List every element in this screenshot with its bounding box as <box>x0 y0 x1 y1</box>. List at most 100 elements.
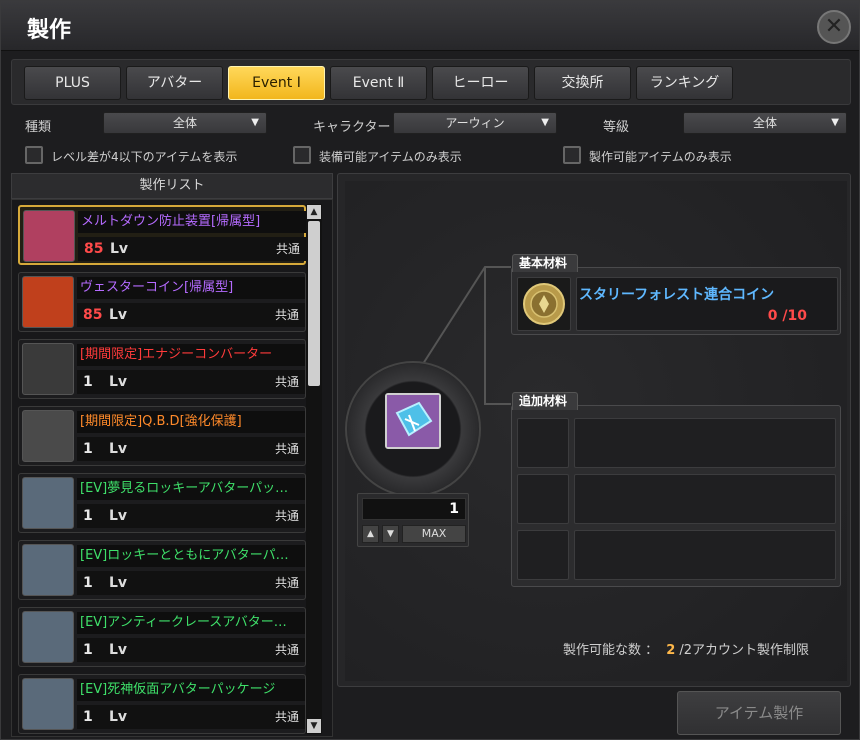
close-button[interactable]: ✕ <box>817 10 851 44</box>
item-shared-label: 共通 <box>274 710 299 724</box>
item-shared-label: 共通 <box>274 375 299 389</box>
tab-avatar[interactable]: アバター <box>126 66 223 100</box>
character-dropdown[interactable]: アーウィン ▼ <box>393 112 557 134</box>
quantity-input[interactable]: 1 <box>362 498 466 520</box>
meltdown-device-icon <box>387 395 439 447</box>
qbd-card-icon <box>22 410 74 462</box>
extra-info-2 <box>574 474 836 524</box>
list-item[interactable]: ヴェスターコイン[帰属型] 85 Lv 共通 <box>18 272 306 332</box>
craftable-count: 製作可能な数 ： 2/2アカウント製作制限 <box>563 639 809 658</box>
item-lv-label: Lv <box>109 709 128 725</box>
list-item[interactable]: [EV]ロッキーとともにアバターパ… 1 Lv 共通 <box>18 540 306 600</box>
tab-event-1[interactable]: Event Ⅰ <box>228 66 325 100</box>
close-icon: ✕ <box>824 14 844 39</box>
quantity-down-icon[interactable]: ▼ <box>382 525 399 543</box>
list-item[interactable]: [EV]アンティークレースアバター… 1 Lv 共通 <box>18 607 306 667</box>
extra-material-box: 追加材料 <box>511 392 841 587</box>
type-dropdown[interactable]: 全体 ▼ <box>103 112 267 134</box>
craftable-label: 製作可能な数 ： <box>563 643 659 658</box>
item-level: 1 <box>83 374 93 390</box>
scrollbar-thumb[interactable] <box>308 221 320 386</box>
equip-filter-label: 装備可能アイテムのみ表示 <box>319 150 462 164</box>
extra-slot-1[interactable] <box>517 418 569 468</box>
item-shared-label: 共通 <box>274 308 299 322</box>
quantity-up-icon[interactable]: ▲ <box>362 525 379 543</box>
material-count: 0 /10 <box>767 308 807 324</box>
scroll-down-icon[interactable]: ▼ <box>307 719 321 733</box>
result-item-circle <box>345 361 481 497</box>
title-bar: 製作 ✕ <box>1 1 859 51</box>
tab-hero[interactable]: ヒーロー <box>432 66 529 100</box>
material-slot[interactable] <box>517 277 571 331</box>
quantity-control: 1 ▲ ▼ MAX <box>357 493 469 547</box>
base-material-label: 基本材料 <box>512 254 579 272</box>
tab-plus[interactable]: PLUS <box>24 66 121 100</box>
item-lv-label: Lv <box>110 241 129 257</box>
item-level: 1 <box>83 575 93 591</box>
item-lv-label: Lv <box>109 307 128 323</box>
base-material-box: 基本材料 スタリーフォレスト連合コイン 0 /10 <box>511 254 841 335</box>
item-level: 85 <box>84 241 104 257</box>
item-name: [EV]アンティークレースアバター… <box>77 612 305 634</box>
item-lv-label: Lv <box>109 575 128 591</box>
craftable-filter-checkbox[interactable] <box>563 146 581 164</box>
item-level: 1 <box>83 642 93 658</box>
craftable-suffix: /2アカウント製作制限 <box>679 643 809 658</box>
list-item[interactable]: [期間限定]Q.B.D[強化保護] 1 Lv 共通 <box>18 406 306 466</box>
category-tabs: PLUS アバター Event Ⅰ Event Ⅱ ヒーロー 交換所 ランキング <box>11 59 851 105</box>
level-filter-checkbox[interactable] <box>25 146 43 164</box>
list-item[interactable]: [EV]夢見るロッキーアバターパッ… 1 Lv 共通 <box>18 473 306 533</box>
item-name: [EV]ロッキーとともにアバターパ… <box>77 545 305 567</box>
craft-list: メルトダウン防止装置[帰属型] 85 Lv 共通 ヴェスターコイン[帰属型] 85 Lv 共通… <box>11 199 333 737</box>
extra-info-3 <box>574 530 836 580</box>
item-level-row: 1 Lv 共通 <box>77 571 305 595</box>
equip-filter-checkbox[interactable] <box>293 146 311 164</box>
craft-list-header: 製作リスト <box>11 173 333 199</box>
scroll-up-icon[interactable]: ▲ <box>307 205 321 219</box>
item-shared-label: 共通 <box>274 509 299 523</box>
item-lv-label: Lv <box>109 508 128 524</box>
craft-item-button[interactable]: アイテム製作 <box>677 691 841 735</box>
avatar-package-icon <box>22 477 74 529</box>
item-name: [EV]死神仮面アバターパッケージ <box>77 679 305 701</box>
grade-dropdown[interactable]: 全体 ▼ <box>683 112 847 134</box>
list-item[interactable]: メルトダウン防止装置[帰属型] 85 Lv 共通 <box>18 205 306 265</box>
character-value: アーウィン <box>445 116 505 130</box>
max-button[interactable]: MAX <box>402 525 466 543</box>
avatar-package-icon <box>22 678 74 730</box>
tab-ranking[interactable]: ランキング <box>636 66 733 100</box>
grade-value: 全体 <box>752 116 777 130</box>
chevron-down-icon: ▼ <box>541 117 549 128</box>
extra-info-1 <box>574 418 836 468</box>
meltdown-device-icon <box>23 210 75 262</box>
tab-event-2[interactable]: Event Ⅱ <box>330 66 427 100</box>
energy-converter-icon <box>22 343 74 395</box>
extra-slot-3[interactable] <box>517 530 569 580</box>
item-level-row: 1 Lv 共通 <box>77 504 305 528</box>
extra-slot-2[interactable] <box>517 474 569 524</box>
item-name: メルトダウン防止装置[帰属型] <box>78 211 306 233</box>
material-name: スタリーフォレスト連合コイン <box>579 287 775 303</box>
item-shared-label: 共通 <box>275 242 300 256</box>
extra-material-label: 追加材料 <box>512 392 579 410</box>
item-name: [期間限定]Q.B.D[強化保護] <box>77 411 305 433</box>
item-lv-label: Lv <box>109 642 128 658</box>
craftable-filter-label: 製作可能アイテムのみ表示 <box>589 150 732 164</box>
list-scrollbar[interactable]: ▲ ▼ <box>306 204 322 734</box>
result-item-slot[interactable] <box>385 393 441 449</box>
type-value: 全体 <box>172 116 197 130</box>
item-lv-label: Lv <box>109 374 128 390</box>
grade-label: 等級 <box>603 120 630 135</box>
craftable-value: 2 <box>666 643 676 658</box>
list-item[interactable]: [EV]死神仮面アバターパッケージ 1 Lv 共通 <box>18 674 306 734</box>
avatar-package-icon <box>22 544 74 596</box>
vester-coin-icon <box>22 276 74 328</box>
item-level-row: 85 Lv 共通 <box>78 237 306 261</box>
window-title: 製作 <box>27 18 72 43</box>
item-level: 1 <box>83 441 93 457</box>
list-item[interactable]: [期間限定]エナジーコンバーター 1 Lv 共通 <box>18 339 306 399</box>
character-label: キャラクター <box>313 120 391 135</box>
level-filter-label: レベル差が4以下のアイテムを表示 <box>51 150 238 164</box>
item-name: [EV]夢見るロッキーアバターパッ… <box>77 478 305 500</box>
tab-exchange[interactable]: 交換所 <box>534 66 631 100</box>
